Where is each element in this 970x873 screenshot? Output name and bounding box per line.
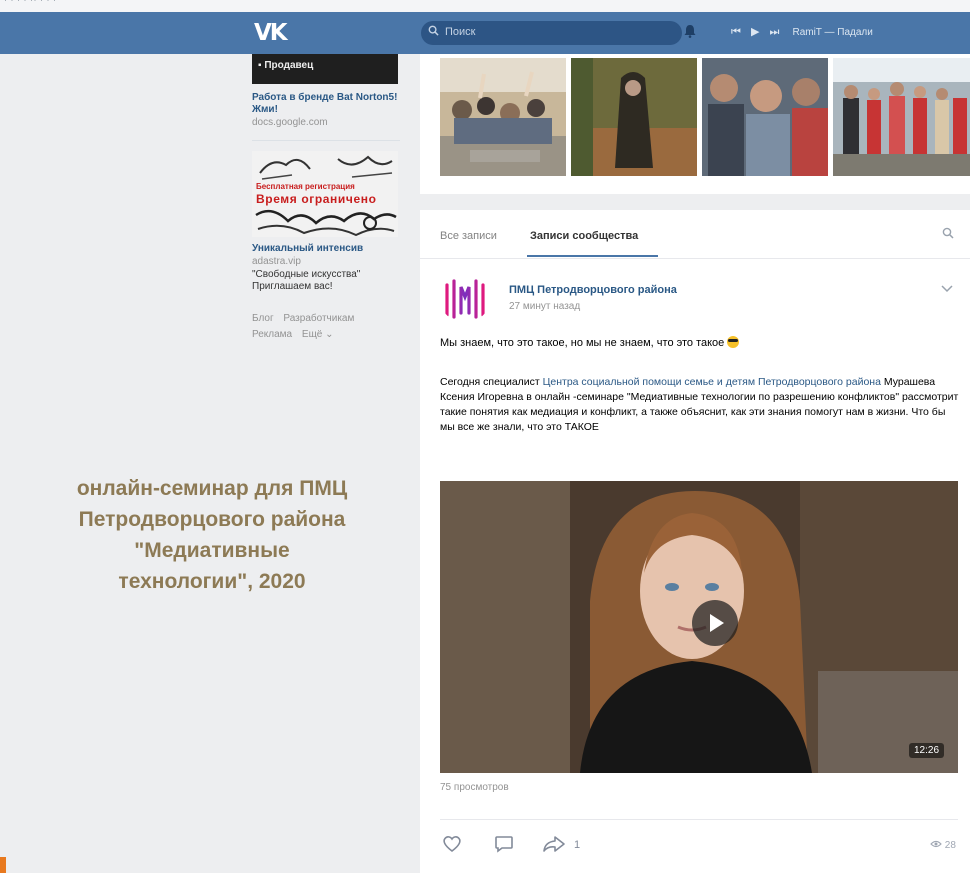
share-icon[interactable] — [542, 835, 566, 858]
post-headline-text: Мы знаем, что это такое, но мы не знаем,… — [440, 337, 725, 349]
comment-icon[interactable] — [494, 835, 514, 858]
post-text-part: Сегодня специалист — [440, 376, 543, 388]
footer-link-more[interactable]: Ещё ⌄ — [302, 329, 334, 340]
caption-line: "Медиативные — [134, 539, 290, 562]
views-count-value: 28 — [944, 840, 956, 851]
community-photo[interactable] — [702, 58, 828, 176]
ad-banner-line2: Время ограничено — [256, 192, 377, 206]
ad-image-text: ▪ Продавец — [258, 60, 314, 71]
tab-community-posts[interactable]: Записи сообщества — [530, 230, 638, 242]
tab-all-posts[interactable]: Все записи — [440, 230, 497, 242]
ad-title-2[interactable]: Уникальный интенсив — [252, 243, 400, 255]
search-placeholder: Поиск — [445, 26, 476, 38]
left-column-ads: ▪ Продавец Работа в бренде Bat Norton5! … — [252, 54, 400, 343]
ad-image[interactable]: ▪ Продавец — [252, 54, 398, 84]
accent-marker-bottom — [0, 857, 6, 873]
ad-domain: docs.google.com — [252, 117, 328, 128]
community-photo[interactable] — [833, 58, 970, 176]
vk-header: VK Поиск ⏮ ▶ ⏭ RamiT — Падали — [0, 12, 970, 54]
share-count: 1 — [574, 839, 581, 851]
footer-link-developers[interactable]: Разработчикам — [283, 313, 354, 324]
video-duration: 12:26 — [909, 743, 945, 758]
divider — [252, 140, 400, 141]
audio-player: ⏮ ▶ ⏭ RamiT — Падали — [731, 25, 873, 39]
caption-line: онлайн-семинар для ПМЦ — [76, 477, 348, 500]
post-link[interactable]: Центра социальной помощи семье и детям П… — [543, 376, 881, 388]
bell-icon[interactable] — [684, 24, 696, 41]
active-tab-indicator — [527, 255, 658, 257]
vk-logo[interactable]: VK — [254, 20, 288, 46]
footer-link-blog[interactable]: Блог — [252, 313, 274, 324]
footer-link-ads[interactable]: Реклама — [252, 329, 292, 340]
post-text: Сегодня специалист Центра социальной пом… — [440, 375, 960, 435]
wall-tabs: Все записи Записи сообщества — [420, 210, 970, 259]
caption-line: Петродворцового района — [78, 508, 346, 531]
browser-top-strip: · · · · ·· · · · — [0, 0, 970, 12]
ad-description: "Свободные искусства" Приглашаем вас! — [252, 269, 361, 292]
caption-line: технологии", 2020 — [118, 570, 306, 593]
wall-search-icon[interactable] — [942, 227, 954, 242]
post-views-count: 28 — [930, 840, 956, 851]
play-button-icon[interactable] — [692, 600, 738, 646]
sunglasses-emoji-icon — [727, 336, 740, 348]
post-author[interactable]: ПМЦ Петродворцового района — [509, 284, 677, 296]
community-photo[interactable] — [440, 58, 566, 176]
search-input[interactable]: Поиск — [421, 21, 682, 45]
ad-domain-2: adastra.vip — [252, 256, 301, 267]
search-icon — [428, 24, 439, 39]
community-avatar[interactable] — [440, 273, 490, 323]
post-time[interactable]: 27 минут назад — [509, 301, 580, 312]
track-title[interactable]: RamiT — Падали — [792, 27, 872, 38]
chevron-down-icon[interactable] — [941, 282, 953, 296]
video-views: 75 просмотров — [440, 782, 509, 793]
like-heart-icon[interactable] — [442, 835, 462, 858]
play-icon[interactable]: ▶ — [751, 26, 759, 38]
wall-card: Все записи Записи сообщества ПМЦ Петродв… — [420, 210, 970, 873]
divider — [440, 819, 958, 820]
footer-links: Блог Разработчикам Реклама Ещё ⌄ — [252, 311, 400, 343]
prev-track-icon[interactable]: ⏮ — [731, 26, 741, 38]
ad-image-2[interactable]: Бесплатная регистрация Время ограничено — [252, 151, 398, 237]
seminar-caption: онлайн-семинар для ПМЦ Петродворцового р… — [14, 473, 410, 597]
ad-title[interactable]: Работа в бренде Bat Norton5! Жми! — [252, 92, 400, 116]
top-strip-text: · · · · ·· · · · — [4, 0, 57, 5]
ad-banner-line1: Бесплатная регистрация — [256, 182, 355, 191]
post-text-headline: Мы знаем, что это такое, но мы не знаем,… — [440, 336, 740, 349]
photo-strip — [420, 54, 970, 194]
eye-icon — [930, 840, 945, 851]
community-photo[interactable] — [571, 58, 697, 176]
next-track-icon[interactable]: ⏭ — [770, 26, 780, 38]
